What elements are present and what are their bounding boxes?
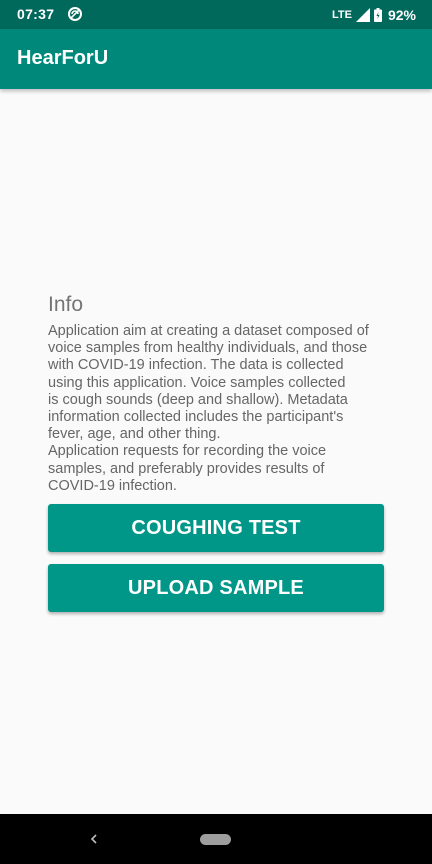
- app-bar: HearForU: [0, 29, 432, 89]
- info-line: Application aim at creating a dataset co…: [48, 323, 369, 339]
- coughing-test-button[interactable]: COUGHING TEST: [48, 504, 384, 552]
- home-pill-icon[interactable]: [200, 834, 231, 845]
- status-indicators: LTE 92%: [332, 6, 416, 24]
- info-line: is cough sounds (deep and shallow). Meta…: [48, 391, 348, 408]
- info-line: voice samples from healthy individuals, …: [48, 340, 368, 357]
- info-line: information collected includes the parti…: [48, 409, 344, 426]
- info-line: fever, age, and other thing.: [48, 426, 221, 443]
- battery-percentage: 92%: [387, 7, 416, 23]
- status-time: 07:37: [17, 6, 55, 22]
- info-line: samples, and preferably provides results…: [48, 460, 325, 477]
- info-line: Application requests for recording the v…: [48, 443, 327, 460]
- info-section: Info Application aim at creating a datas…: [48, 291, 384, 495]
- signal-icon: [355, 8, 370, 22]
- sync-icon: [68, 7, 82, 21]
- upload-sample-button[interactable]: UPLOAD SAMPLE: [48, 564, 384, 612]
- app-title: HearForU: [17, 47, 109, 69]
- back-icon[interactable]: [87, 830, 101, 848]
- navigation-bar: [0, 814, 432, 864]
- info-line: using this application. Voice samples co…: [48, 374, 346, 391]
- info-description: Application aim at creating a dataset co…: [48, 323, 384, 495]
- battery-icon: [373, 8, 382, 22]
- network-type: LTE: [332, 9, 352, 21]
- info-heading: Info: [48, 293, 84, 316]
- status-bar: 07:37 LTE 92%: [0, 0, 432, 29]
- info-line: with COVID-19 infection. The data is col…: [48, 357, 344, 374]
- info-line: COVID-19 infection.: [48, 477, 177, 494]
